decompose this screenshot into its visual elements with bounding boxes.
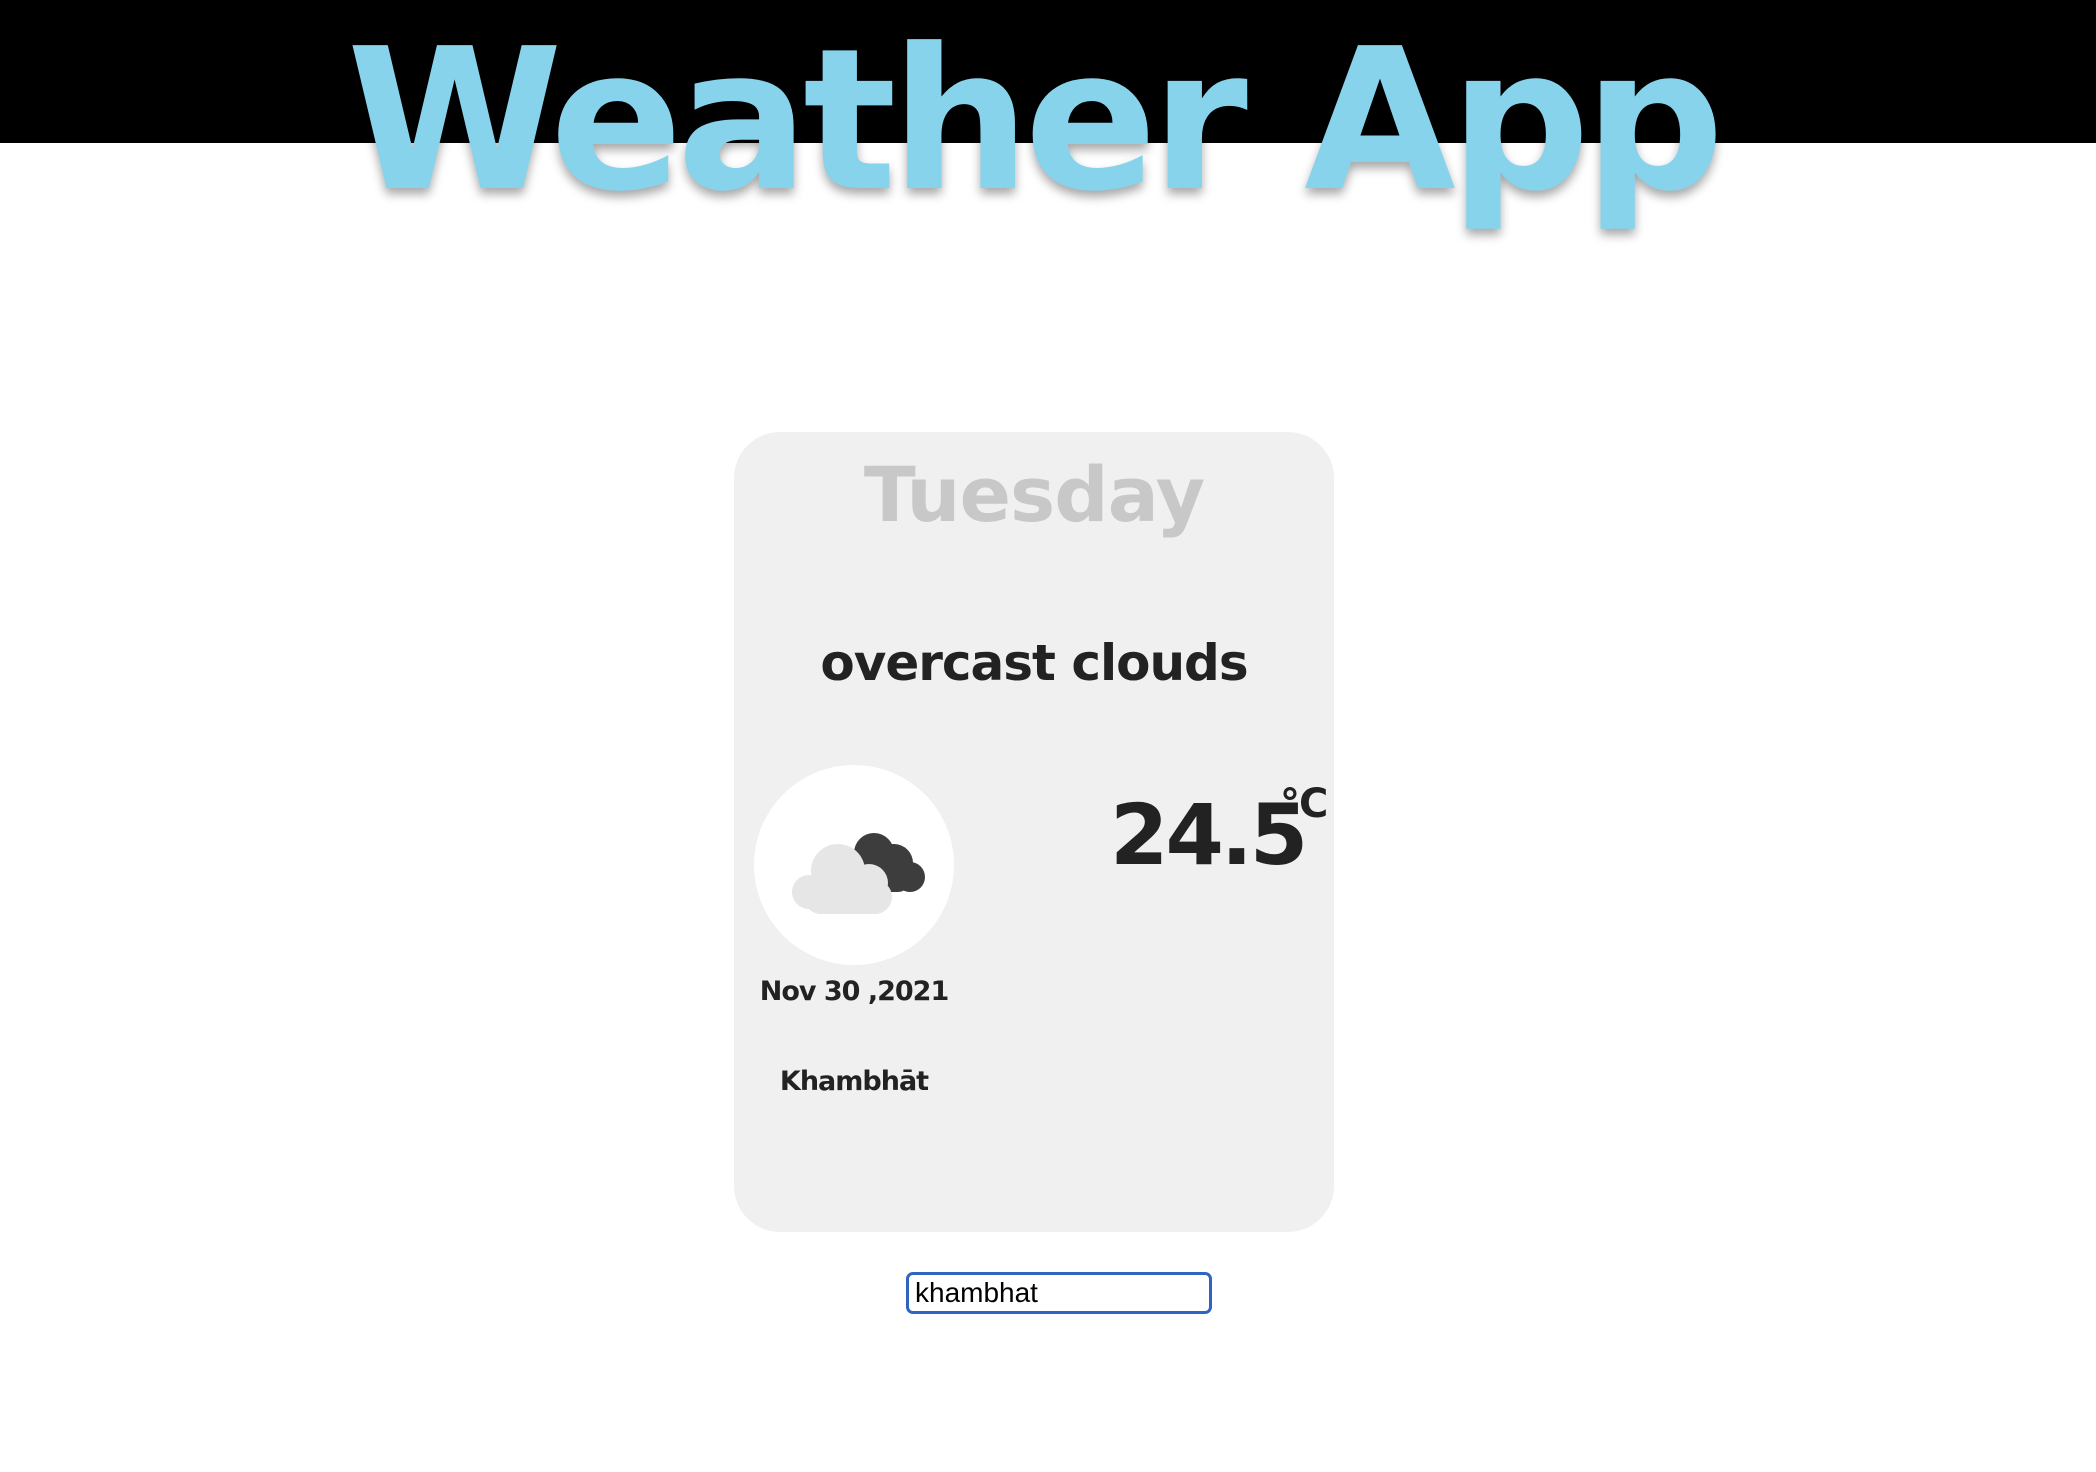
city-name: Khambhāt — [779, 1066, 929, 1097]
weather-icon-container — [754, 765, 954, 965]
weather-card: Tuesday overcast clouds 24.5 °C Nov 30 ,… — [734, 432, 1334, 1232]
weather-description: overcast clouds — [820, 634, 1248, 692]
city-search-input[interactable] — [906, 1272, 1212, 1314]
day-label: Tuesday — [863, 450, 1205, 539]
temperature-unit: °C — [1280, 781, 1328, 827]
temperature-value: 24.5 — [1110, 786, 1308, 884]
date-label: Nov 30 ,2021 — [759, 976, 950, 1007]
overcast-clouds-icon — [792, 833, 925, 914]
app-title: Weather App — [346, 7, 1725, 235]
